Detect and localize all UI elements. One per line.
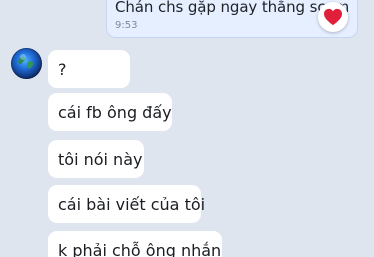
incoming-message-text: cái fb ông đấy [58, 102, 172, 122]
heart-icon [323, 8, 343, 26]
sender-avatar[interactable] [11, 48, 42, 79]
heart-reaction-button[interactable] [318, 2, 348, 32]
incoming-message-bubble[interactable]: k phải chỗ ông nhắn [48, 231, 222, 257]
incoming-message-bubble[interactable]: tôi nói này [48, 140, 144, 178]
incoming-message-bubble[interactable]: cái fb ông đấy [48, 93, 172, 131]
incoming-message-text: k phải chỗ ông nhắn [58, 240, 222, 257]
incoming-message-text: ? [58, 59, 67, 79]
chat-message-list[interactable]: Chán chs gặp ngay thằng scam 9:53 ? cái … [0, 0, 374, 257]
avatar-globe-icon [18, 54, 33, 69]
outgoing-message-text: Chán chs gặp ngay thằng scam [115, 0, 350, 16]
outgoing-message-time: 9:53 [115, 20, 138, 31]
incoming-message-bubble[interactable]: cái bài viết của tôi [48, 185, 205, 223]
incoming-message-text: cái bài viết của tôi [58, 194, 206, 214]
incoming-message-text: tôi nói này [58, 149, 143, 169]
incoming-message-bubble[interactable]: ? [48, 50, 130, 88]
